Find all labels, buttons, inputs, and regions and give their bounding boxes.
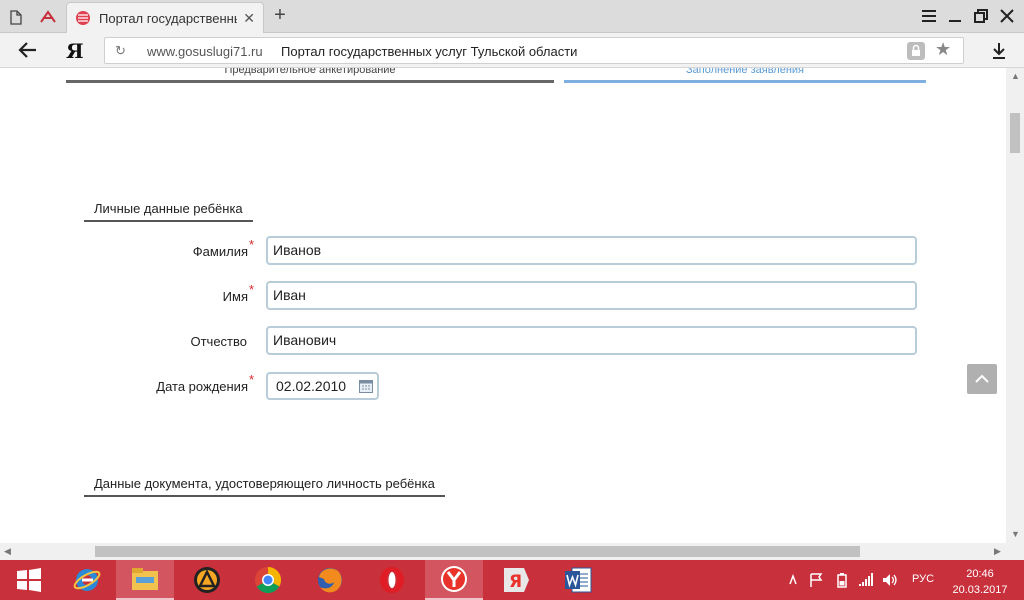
patronymic-label: Отчество [190, 334, 247, 349]
taskbar-file-explorer[interactable] [116, 560, 174, 600]
new-tab-button[interactable]: + [270, 5, 290, 26]
taskbar-yandex-browser[interactable] [425, 560, 483, 600]
tab-gosuslugi[interactable]: Портал государственны ✕ [66, 2, 264, 33]
windows-taskbar: Я [0, 560, 1024, 600]
vertical-scroll-thumb[interactable] [1010, 113, 1020, 153]
taskbar-aimp[interactable] [178, 560, 236, 600]
battery-icon[interactable] [834, 572, 850, 588]
reload-icon[interactable]: ↻ [115, 43, 126, 59]
action-center-flag-icon[interactable] [808, 572, 824, 588]
birthdate-value: 02.02.2010 [276, 378, 347, 394]
signal-strength-icon[interactable] [858, 572, 874, 588]
system-clock[interactable]: 20:46 20.03.2017 [950, 566, 1010, 598]
taskbar-word[interactable] [549, 560, 607, 600]
name-label: Имя [222, 289, 248, 304]
restore-icon[interactable] [972, 7, 990, 25]
name-input[interactable]: Иван [266, 281, 917, 310]
yandex-browser-icon [441, 566, 467, 592]
lock-icon[interactable] [907, 42, 925, 60]
volume-icon[interactable] [881, 572, 899, 588]
clock-date: 20.03.2017 [952, 584, 1008, 596]
section-title-child-personal-data: Личные данные ребёнка [84, 201, 253, 222]
scroll-to-top-button[interactable] [967, 364, 997, 394]
scroll-down-arrow-icon[interactable]: ▼ [1011, 529, 1020, 539]
birthdate-input[interactable]: 02.02.2010 [266, 372, 379, 400]
scroll-left-arrow-icon[interactable]: ◀ [4, 546, 11, 557]
close-tab-icon[interactable]: ✕ [243, 10, 255, 27]
internet-explorer-icon [73, 569, 101, 591]
minimize-icon[interactable] [946, 7, 964, 25]
surname-input[interactable]: Иванов [266, 236, 917, 265]
patronymic-input[interactable]: Иванович [266, 326, 917, 355]
yandex-icon: Я [504, 568, 529, 592]
address-bar[interactable]: ↻ www.gosuslugi71.ru Портал государствен… [104, 37, 964, 64]
birthdate-label: Дата рождения [156, 379, 248, 394]
svg-text:Я: Я [509, 572, 522, 592]
menu-icon[interactable] [920, 7, 938, 25]
chevron-up-icon [975, 374, 989, 383]
navigation-bar: Я ↻ www.gosuslugi71.ru Портал государств… [0, 33, 1024, 68]
clock-time: 20:46 [966, 568, 994, 580]
horizontal-scroll-thumb[interactable] [95, 546, 860, 557]
url-domain: www.gosuslugi71.ru [147, 44, 263, 59]
scroll-right-arrow-icon[interactable]: ▶ [994, 546, 1001, 557]
surname-required-mark: * [249, 237, 255, 252]
gosuslugi-favicon-icon [76, 11, 90, 25]
taskbar-opera[interactable] [363, 560, 421, 600]
input-language-indicator[interactable]: РУС [912, 573, 934, 585]
section-title-child-identity-document: Данные документа, удостоверяющего личнос… [84, 476, 445, 497]
back-arrow-icon[interactable] [18, 41, 38, 59]
close-window-icon[interactable] [998, 7, 1016, 25]
chrome-icon [254, 566, 282, 594]
step-preliminary-survey[interactable]: Предварительное анкетирование [66, 68, 554, 83]
firefox-icon [318, 568, 342, 593]
page-content: Предварительное анкетирование Заполнение… [0, 68, 1006, 543]
download-icon[interactable] [990, 41, 1008, 61]
birthdate-required-mark: * [249, 372, 255, 387]
taskbar-chrome[interactable] [239, 560, 297, 600]
folder-icon [132, 568, 158, 590]
page-icon[interactable] [2, 4, 30, 30]
url-page-title: Портал государственных услуг Тульской об… [281, 44, 578, 59]
taskbar-internet-explorer[interactable] [58, 560, 116, 600]
name-required-mark: * [249, 282, 255, 297]
step-application-filling[interactable]: Заполнение заявления [564, 68, 926, 83]
word-icon [565, 567, 592, 593]
taskbar-yandex[interactable]: Я [487, 560, 545, 600]
taskbar-firefox[interactable] [301, 560, 359, 600]
scroll-up-arrow-icon[interactable]: ▲ [1011, 71, 1020, 81]
opera-icon [380, 567, 404, 593]
calendar-icon[interactable] [359, 380, 373, 393]
windows-logo-icon [17, 568, 41, 592]
start-button[interactable] [0, 560, 58, 600]
tab-title: Портал государственны [99, 10, 238, 26]
show-hidden-icons-icon[interactable] [789, 572, 797, 588]
aimp-icon [194, 567, 220, 593]
pinned-tab-favicon-icon[interactable] [34, 4, 62, 30]
tab-strip: Портал государственны ✕ + [0, 0, 1024, 33]
bookmark-star-icon[interactable]: ★ [935, 39, 951, 60]
yandex-logo[interactable]: Я [66, 39, 84, 63]
surname-label: Фамилия [192, 244, 248, 259]
